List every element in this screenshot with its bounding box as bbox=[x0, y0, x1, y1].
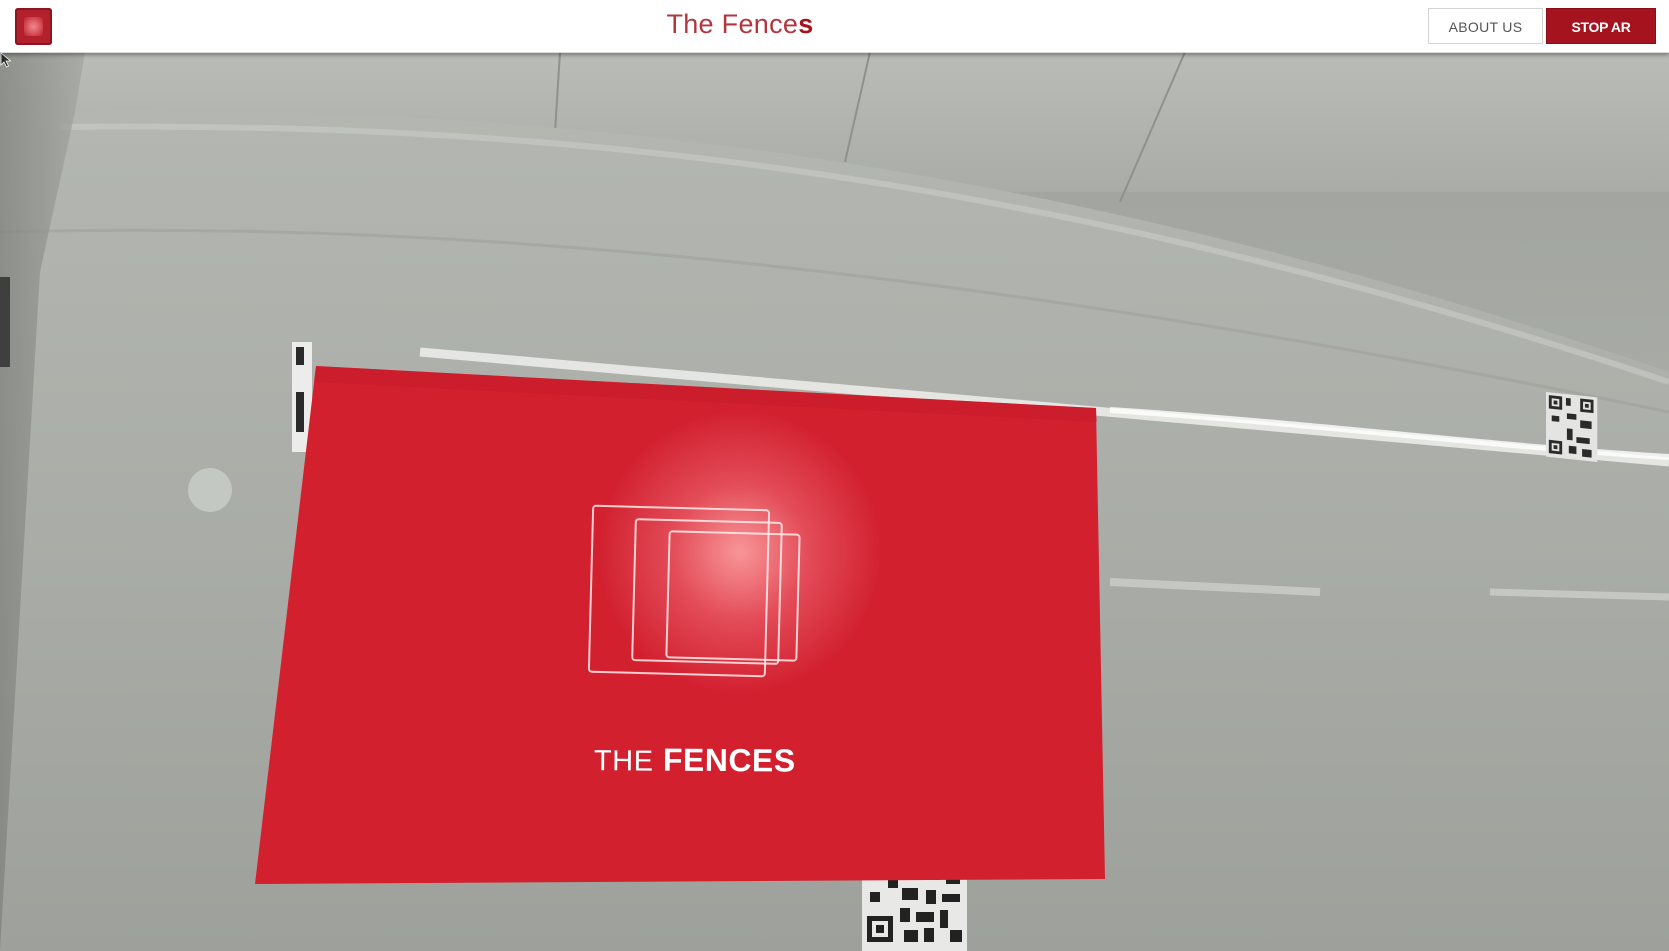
light-reflection bbox=[1489, 588, 1669, 601]
page-title: The Fences bbox=[0, 9, 1480, 40]
qr-marker-edge bbox=[296, 392, 304, 432]
about-us-button[interactable]: ABOUT US bbox=[1428, 8, 1543, 44]
ar-card[interactable] bbox=[255, 366, 1105, 884]
qr-marker-edge bbox=[296, 347, 304, 365]
stop-ar-button[interactable]: STOP AR bbox=[1546, 8, 1656, 44]
ar-viewer: The Fences ABOUT US STOP AR THE FENCES bbox=[0, 0, 1669, 951]
title-accent: s bbox=[798, 9, 814, 39]
light-spot bbox=[188, 468, 232, 512]
camera-feed: THE FENCES bbox=[0, 52, 1669, 951]
qr-code-icon bbox=[1546, 392, 1598, 462]
title-text: The Fence bbox=[666, 9, 799, 39]
left-edge-shadow bbox=[0, 277, 10, 367]
top-bar: The Fences ABOUT US STOP AR bbox=[0, 0, 1669, 53]
camera-background bbox=[0, 52, 1669, 951]
